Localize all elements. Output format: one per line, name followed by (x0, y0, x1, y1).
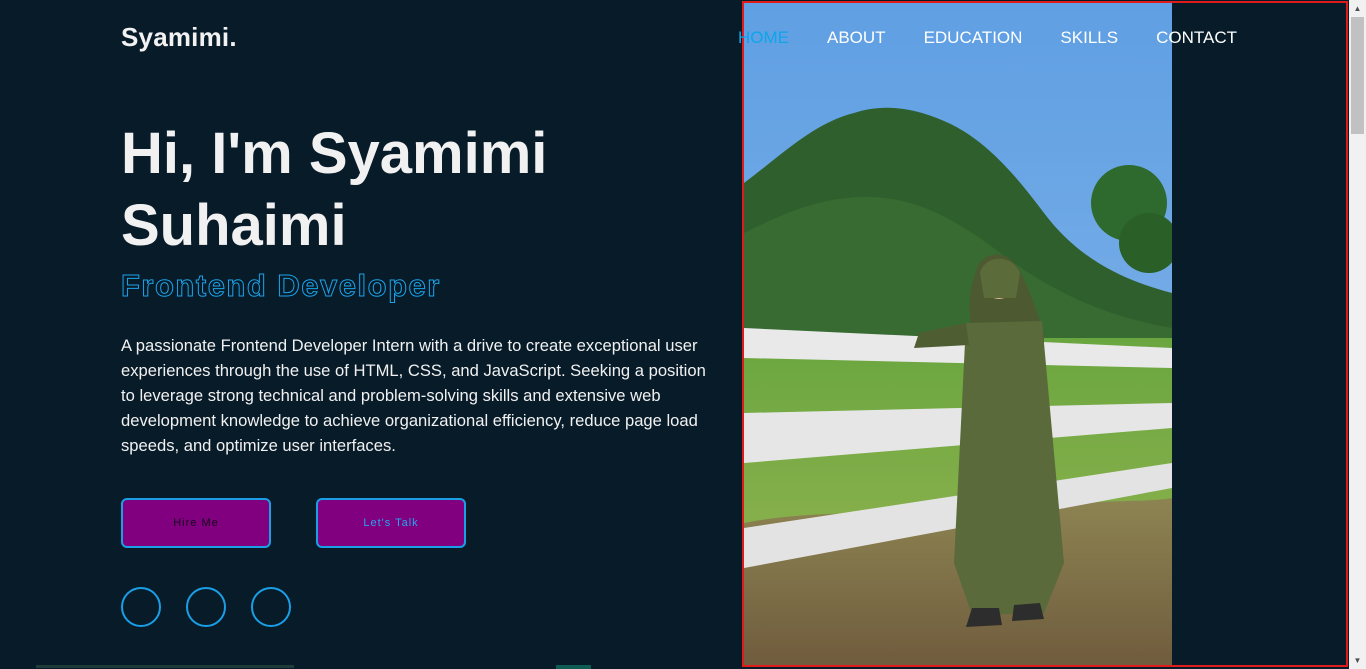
social-link-icon[interactable] (251, 587, 291, 627)
hero-description: A passionate Frontend Developer Intern w… (121, 336, 706, 455)
vertical-scrollbar[interactable]: ▲ ▼ (1349, 0, 1366, 669)
social-link-icon[interactable] (121, 587, 161, 627)
nav-education[interactable]: EDUCATION (924, 28, 1023, 48)
social-link-icon[interactable] (186, 587, 226, 627)
hire-me-button[interactable]: Hire Me (121, 498, 271, 548)
portfolio-page: Syamimi. HOME ABOUT EDUCATION SKILLS CON… (0, 0, 1366, 669)
nav-about[interactable]: ABOUT (827, 28, 886, 48)
nav-skills[interactable]: SKILLS (1060, 28, 1118, 48)
profile-photo-frame (742, 1, 1348, 667)
lets-talk-button[interactable]: Let's Talk (316, 498, 466, 548)
bottom-accent (556, 665, 591, 669)
hero-title: Hi, I'm Syamimi Suhaimi (121, 121, 548, 258)
scrollbar-thumb[interactable] (1351, 17, 1364, 134)
nav-contact[interactable]: CONTACT (1156, 28, 1237, 48)
nav-home[interactable]: HOME (738, 28, 789, 48)
scroll-up-icon[interactable]: ▲ (1349, 0, 1366, 17)
bottom-divider (36, 665, 294, 668)
site-logo[interactable]: Syamimi. (121, 22, 237, 53)
scroll-down-icon[interactable]: ▼ (1349, 652, 1366, 669)
main-nav: HOME ABOUT EDUCATION SKILLS CONTACT (738, 28, 1237, 48)
hero-role: Frontend Developer (121, 268, 441, 304)
profile-photo (744, 3, 1172, 665)
